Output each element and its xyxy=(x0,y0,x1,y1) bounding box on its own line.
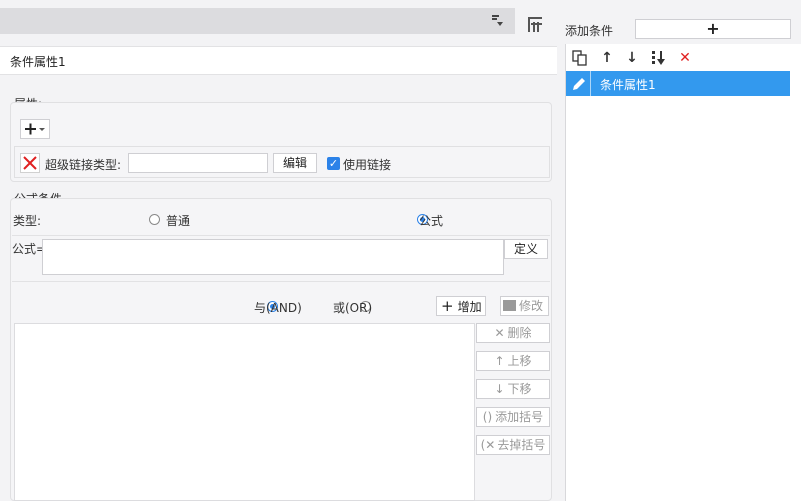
dropdown-arrow-icon[interactable] xyxy=(490,13,504,27)
close-icon: ✕ xyxy=(494,326,505,340)
add-attribute-button[interactable] xyxy=(20,119,50,139)
arrow-up-icon: ↑ xyxy=(494,354,505,368)
or-label: 或(OR) xyxy=(333,301,373,315)
divider xyxy=(590,71,591,96)
modify-button[interactable]: 修改 xyxy=(500,296,549,316)
arrow-down-icon[interactable]: ↓ xyxy=(623,49,641,67)
panel-toggle-icon[interactable] xyxy=(525,15,545,35)
edit-button[interactable]: 编辑 xyxy=(273,153,317,173)
delete-button-label: 删除 xyxy=(507,326,532,340)
move-down-button[interactable]: ↓ 下移 xyxy=(476,379,550,399)
and-label: 与(AND) xyxy=(254,301,302,315)
modify-icon xyxy=(503,300,516,311)
move-up-button[interactable]: ↑ 上移 xyxy=(476,351,550,371)
formula-label: 公式= xyxy=(12,242,47,256)
copy-icon[interactable] xyxy=(571,49,589,67)
remove-bracket-button[interactable]: (✕ 去掉括号 xyxy=(476,435,550,455)
add-bracket-button[interactable]: () 添加括号 xyxy=(476,407,550,427)
move-up-button-label: 上移 xyxy=(507,354,532,368)
add-condition-label: 添加条件 xyxy=(565,24,614,38)
condition-list-panel xyxy=(565,44,801,501)
condition-title: 条件属性1 xyxy=(10,55,66,69)
define-button[interactable]: 定义 xyxy=(504,239,548,259)
use-link-checkbox[interactable]: ✓ xyxy=(327,157,340,170)
add-button-label: 增加 xyxy=(457,300,482,314)
move-bottom-icon[interactable] xyxy=(650,49,668,67)
condition-item-label: 条件属性1 xyxy=(600,78,656,92)
arrow-down-icon: ↓ xyxy=(494,382,505,396)
delete-attribute-icon[interactable] xyxy=(20,153,40,173)
remove-bracket-icon: (✕ xyxy=(480,438,496,452)
formula-input[interactable] xyxy=(42,239,504,275)
type-label: 类型: xyxy=(13,214,42,228)
condition-list[interactable] xyxy=(14,323,475,501)
hyperlink-type-input[interactable] xyxy=(128,153,268,173)
arrow-up-icon[interactable]: ↑ xyxy=(598,49,616,67)
bracket-icon: () xyxy=(482,410,493,424)
type-normal-label: 普通 xyxy=(166,214,191,228)
plus-icon: + xyxy=(441,297,454,315)
condition-item[interactable]: 条件属性1 xyxy=(566,71,790,96)
use-link-label: 使用链接 xyxy=(343,158,392,172)
type-formula-label: 公式 xyxy=(419,214,444,228)
divider xyxy=(12,235,550,236)
top-toolbar xyxy=(0,8,515,34)
hyperlink-type-label: 超级链接类型: xyxy=(45,158,122,172)
remove-bracket-button-label: 去掉括号 xyxy=(497,438,546,452)
add-condition-button[interactable]: + 增加 xyxy=(436,296,486,316)
condition-title-bar: 条件属性1 xyxy=(0,46,557,75)
modify-button-label: 修改 xyxy=(519,299,544,313)
type-normal-radio[interactable] xyxy=(149,214,160,225)
divider xyxy=(12,281,550,282)
delete-button[interactable]: ✕ 删除 xyxy=(476,323,550,343)
pencil-icon xyxy=(570,75,588,93)
delete-icon[interactable]: ✕ xyxy=(676,49,694,67)
add-bracket-button-label: 添加括号 xyxy=(495,410,544,424)
move-down-button-label: 下移 xyxy=(507,382,532,396)
add-condition-plus-button[interactable]: + xyxy=(635,19,791,39)
